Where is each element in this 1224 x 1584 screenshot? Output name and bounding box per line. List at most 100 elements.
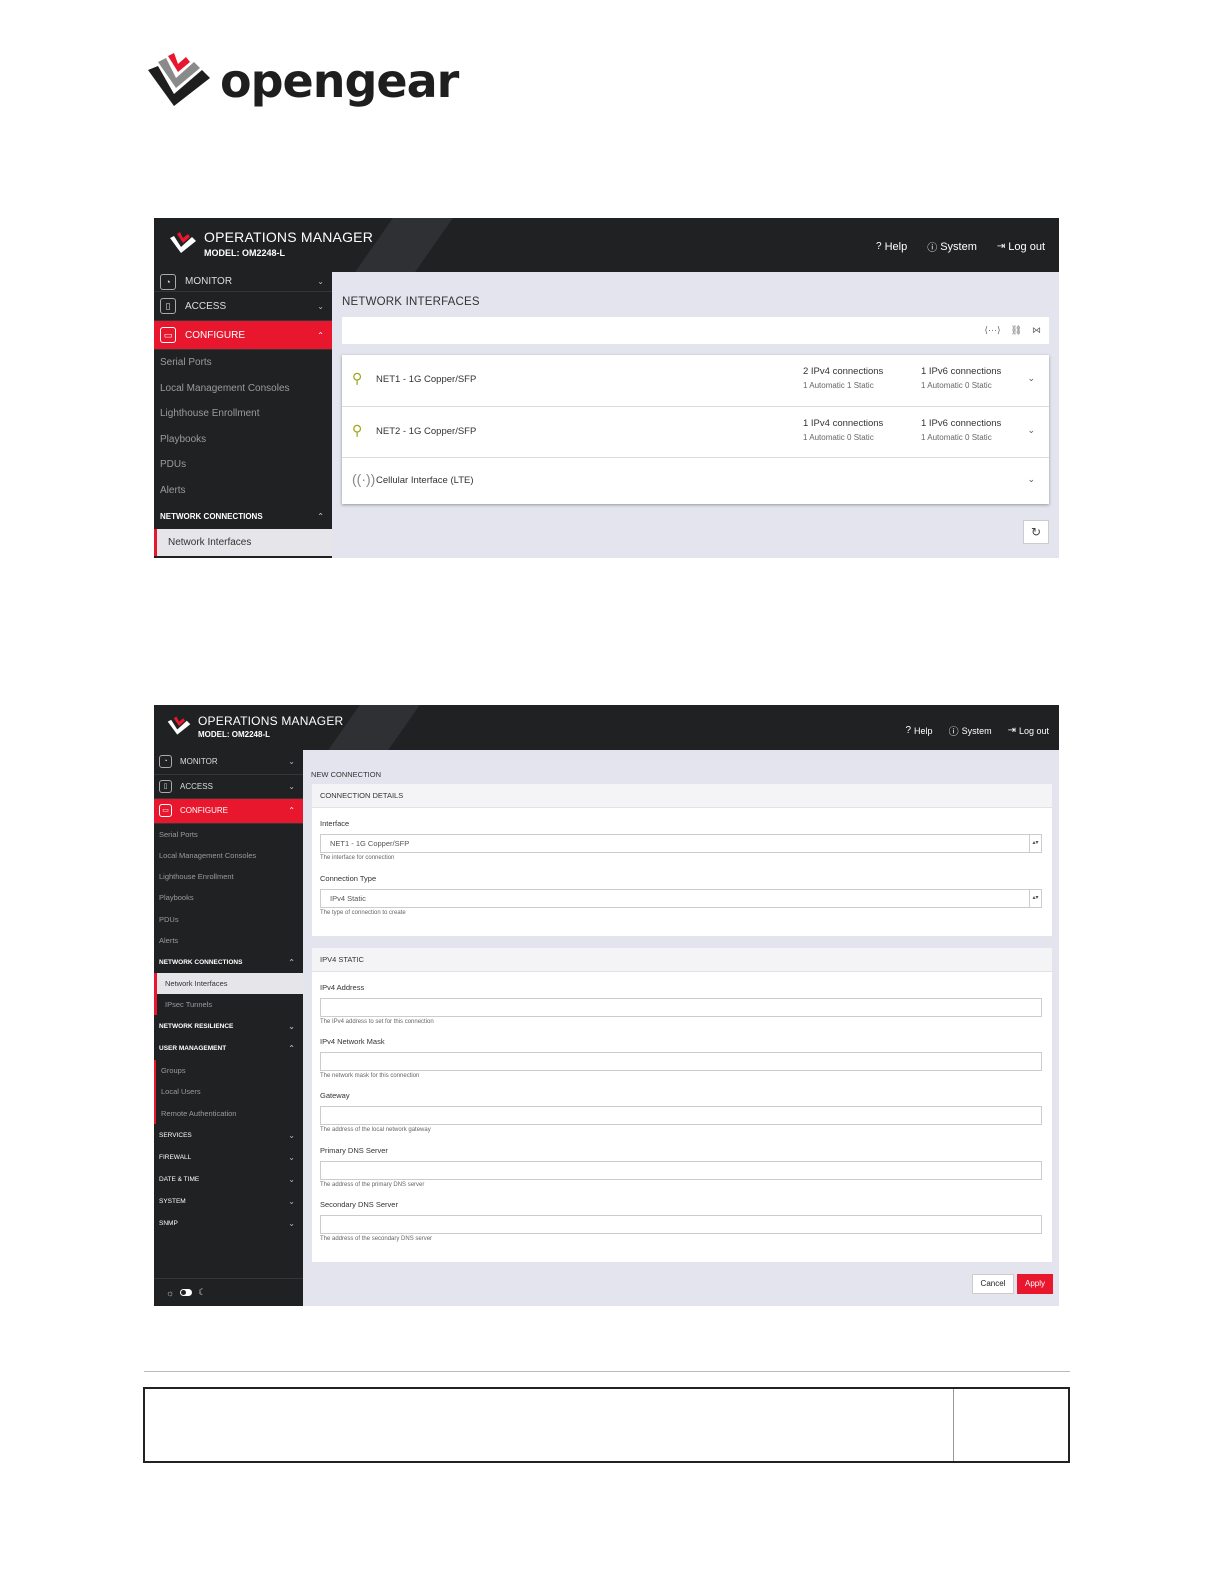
sidebar-item-playbooks[interactable]: Playbooks [154,887,303,908]
sidebar-item-lighthouse-enrollment[interactable]: Lighthouse Enrollment [154,866,303,887]
sidebar-user-management[interactable]: USER MANAGEMENT ⌃ [154,1038,303,1060]
network-mask-input[interactable] [320,1052,1042,1071]
logout-label: Log out [1008,240,1045,253]
ipv4-address-input[interactable] [320,998,1042,1017]
connection-type-select[interactable]: IPv4 Static ▴▾ [320,889,1042,908]
sidebar: ◔ MONITOR ⌄ ▯ ACCESS ⌄ ▭ CONFIGURE ⌃ Ser… [154,272,332,558]
apply-button[interactable]: Apply [1017,1274,1053,1294]
sidebar-snmp[interactable]: SNMP ⌄ [154,1213,303,1235]
primary-dns-input[interactable] [320,1161,1042,1180]
chevron-down-icon: ⌄ [288,1130,295,1140]
cancel-button[interactable]: Cancel [972,1274,1014,1294]
interface-row[interactable]: ((·)) Cellular Interface (LTE) ⌄ [342,458,1049,504]
primary-dns-label: Primary DNS Server [320,1146,388,1155]
sidebar-services[interactable]: SERVICES ⌄ [154,1124,303,1146]
user-management-label: USER MANAGEMENT [159,1045,227,1053]
sidebar-item-network-interfaces[interactable]: Network Interfaces [154,529,332,556]
sidebar-access[interactable]: ▯ ACCESS ⌄ [154,292,332,321]
interface-row[interactable]: ⚲ NET2 - 1G Copper/SFP 1 IPv4 connection… [342,407,1049,458]
sidebar-monitor[interactable]: ◔ MONITOR ⌄ [154,750,303,775]
page-title: NEW CONNECTION [311,770,381,779]
secondary-dns-field: Secondary DNS Server The address of the … [320,1200,1042,1242]
sidebar-item-playbooks[interactable]: Playbooks [154,427,332,453]
dropdown-arrow-icon: ▴▾ [1029,835,1041,852]
app-title: OPERATIONS MANAGER [198,713,344,728]
help-link[interactable]: ? Help [876,239,907,254]
network-interfaces-screenshot: OPERATIONS MANAGER MODEL: OM2248-L ? Help… [154,218,1059,558]
chevron-up-icon: ⌃ [317,511,324,521]
add-connection-icon[interactable]: ⟨···⟩ [985,325,1001,336]
ipv6-detail: 1 Automatic 0 Static [921,432,992,442]
brand: OPERATIONS MANAGER MODEL: OM2248-L [166,713,343,739]
sidebar-date-time[interactable]: DATE & TIME ⌄ [154,1168,303,1190]
ipv4-summary: 1 IPv4 connections 1 Automatic 0 Static [803,418,883,442]
logout-icon: ⇥ [1007,725,1016,736]
interface-select[interactable]: NET1 - 1G Copper/SFP ▴▾ [320,834,1042,853]
theme-toggle[interactable] [180,1289,193,1296]
sidebar-item-pdus[interactable]: PDUs [154,909,303,930]
sidebar-firewall[interactable]: FIREWALL ⌄ [154,1146,303,1168]
help-link[interactable]: ? Help [905,723,932,738]
sidebar-configure-label: CONFIGURE [185,329,245,341]
monitor-icon: ▭ [160,327,176,343]
sidebar-item-alerts[interactable]: Alerts [154,930,303,951]
sidebar-configure[interactable]: ▭ CONFIGURE ⌃ [154,799,303,824]
logout-link[interactable]: ⇥ Log out [1008,723,1049,738]
chevron-down-icon: ⌄ [317,277,324,286]
sidebar-item-alerts[interactable]: Alerts [154,478,332,504]
system-link[interactable]: ⓘ System [949,723,992,739]
logout-link[interactable]: ⇥ Log out [997,239,1045,254]
secondary-dns-hint: The address of the secondary DNS server [320,1236,433,1242]
ethernet-icon[interactable]: ⛓ [1011,325,1022,336]
sidebar-item-ipsec-tunnels[interactable]: IPsec Tunnels [154,994,303,1016]
chevron-down-icon: ⌄ [288,1219,295,1229]
chevron-down-icon: ⌄ [288,1197,295,1207]
toolbar: ⟨···⟩ ⛓ ⋈ [342,317,1049,344]
refresh-button[interactable]: ↻ [1023,520,1049,544]
interface-field: Interface NET1 - 1G Copper/SFP ▴▾ The in… [320,819,1042,861]
sidebar-configure[interactable]: ▭ CONFIGURE ⌃ [154,321,332,350]
sidebar-item-remote-authentication[interactable]: Remote Authentication [154,1102,303,1125]
sidebar-access[interactable]: ▯ ACCESS ⌄ [154,775,303,799]
sidebar-network-resilience[interactable]: NETWORK RESILIENCE ⌄ [154,1015,303,1037]
sun-icon: ☼ [166,1287,175,1298]
cellular-antenna-icon: ((·)) [352,471,376,487]
sidebar-monitor-label: MONITOR [180,757,218,767]
header-links: ? Help ⓘ System ⇥ Log out [905,723,1049,738]
connection-details-card: CONNECTION DETAILS Interface NET1 - 1G C… [312,784,1052,936]
chevron-down-icon: ⌄ [288,781,295,791]
connection-type-value: IPv4 Static [330,894,366,903]
chevron-down-icon[interactable]: ⌄ [1027,373,1035,384]
system-label: System [961,725,992,736]
door-icon: ▯ [160,298,176,314]
bond-icon[interactable]: ⋈ [1032,325,1041,336]
network-mask-field: IPv4 Network Mask The network mask for t… [320,1037,1042,1079]
sidebar-monitor[interactable]: ◔ MONITOR ⌄ [154,272,332,292]
sidebar-item-groups[interactable]: Groups [154,1059,303,1082]
sidebar-item-serial-ports[interactable]: Serial Ports [154,824,303,845]
sidebar-system[interactable]: SYSTEM ⌄ [154,1191,303,1213]
sidebar-network-connections[interactable]: NETWORK CONNECTIONS ⌃ [154,503,332,529]
chevron-down-icon[interactable]: ⌄ [1027,425,1035,436]
app-title: OPERATIONS MANAGER [204,228,374,245]
sidebar: ◔ MONITOR ⌄ ▯ ACCESS ⌄ ▭ CONFIGURE ⌃ Ser… [154,750,303,1306]
theme-switcher[interactable]: ☼ ☾ [154,1278,303,1306]
sidebar-item-network-interfaces[interactable]: Network Interfaces [154,973,303,995]
sidebar-network-connections[interactable]: NETWORK CONNECTIONS ⌃ [154,951,303,973]
system-icon: ⓘ [927,243,938,254]
logo-wordmark: opengear [220,54,459,108]
help-icon: ? [905,725,912,736]
secondary-dns-input[interactable] [320,1215,1042,1234]
sidebar-item-local-management-consoles[interactable]: Local Management Consoles [154,845,303,866]
sidebar-item-lighthouse-enrollment[interactable]: Lighthouse Enrollment [154,401,332,427]
system-link[interactable]: ⓘ System [927,239,977,255]
chevron-down-icon[interactable]: ⌄ [1027,474,1035,485]
sidebar-item-pdus[interactable]: PDUs [154,452,332,478]
sidebar-item-local-management-consoles[interactable]: Local Management Consoles [154,376,332,402]
sidebar-item-local-users[interactable]: Local Users [154,1081,303,1103]
chevron-down-icon: ⌄ [288,1152,295,1162]
interface-row[interactable]: ⚲ NET1 - 1G Copper/SFP 2 IPv4 connection… [342,355,1049,407]
sidebar-item-serial-ports[interactable]: Serial Ports [154,350,332,376]
connection-type-field: Connection Type IPv4 Static ▴▾ The type … [320,874,1042,916]
gateway-input[interactable] [320,1106,1042,1125]
